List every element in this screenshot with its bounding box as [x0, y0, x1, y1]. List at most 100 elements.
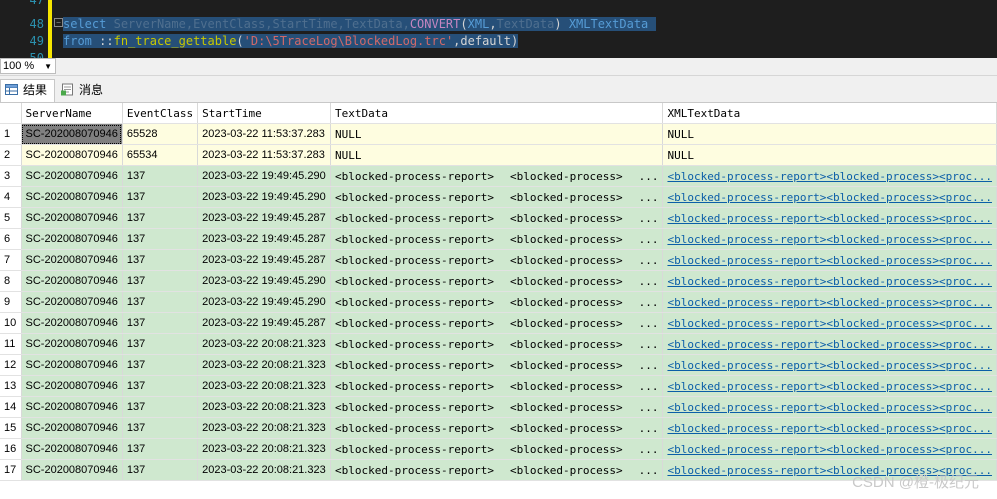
- table-row[interactable]: 8 SC-202008070946 137 2023-03-22 19:49:45.2…: [0, 270, 997, 292]
- cell-starttime[interactable]: 2023-03-22 11:53:37.283: [197, 123, 332, 145]
- cell-starttime[interactable]: 2023-03-22 20:08:21.323: [197, 354, 332, 376]
- cell-xmltextdata[interactable]: <blocked-process-report><blocked-process…: [662, 375, 997, 397]
- cell-eventclass[interactable]: 137: [122, 270, 199, 292]
- cell-xmltextdata[interactable]: NULL: [662, 123, 997, 145]
- row-number[interactable]: 8: [0, 270, 22, 292]
- cell-eventclass[interactable]: 137: [122, 312, 199, 334]
- cell-servername[interactable]: SC-202008070946: [21, 249, 123, 271]
- table-row[interactable]: 15 SC-202008070946 137 2023-03-22 20:08:21.…: [0, 417, 997, 439]
- cell-starttime[interactable]: 2023-03-22 19:49:45.287: [197, 228, 332, 250]
- xml-link[interactable]: <blocked-process-report><blocked-process…: [667, 317, 992, 330]
- row-number[interactable]: 4: [0, 186, 22, 208]
- cell-eventclass[interactable]: 137: [122, 438, 199, 460]
- cell-starttime[interactable]: 2023-03-22 20:08:21.323: [197, 459, 332, 481]
- cell-xmltextdata[interactable]: <blocked-process-report><blocked-process…: [662, 312, 997, 334]
- cell-eventclass[interactable]: 137: [122, 333, 199, 355]
- cell-starttime[interactable]: 2023-03-22 20:08:21.323: [197, 417, 332, 439]
- cell-servername[interactable]: SC-202008070946: [21, 333, 123, 355]
- cell-eventclass[interactable]: 137: [122, 417, 199, 439]
- cell-starttime[interactable]: 2023-03-22 19:49:45.290: [197, 186, 332, 208]
- code-line-49[interactable]: from ::fn_trace_gettable('D:\5TraceLog\B…: [63, 33, 519, 50]
- xml-link[interactable]: <blocked-process-report><blocked-process…: [667, 443, 992, 456]
- column-header-xmltextdata[interactable]: XMLTextData: [662, 103, 997, 124]
- row-number[interactable]: 9: [0, 291, 22, 313]
- table-row[interactable]: 10 SC-202008070946 137 2023-03-22 19:49:45.…: [0, 312, 997, 334]
- cell-servername[interactable]: SC-202008070946: [21, 396, 123, 418]
- cell-servername[interactable]: SC-202008070946: [21, 165, 123, 187]
- cell-textdata[interactable]: <blocked-process-report> <blocked-process…: [330, 249, 664, 271]
- cell-textdata[interactable]: <blocked-process-report> <blocked-process…: [330, 270, 664, 292]
- cell-eventclass[interactable]: 137: [122, 459, 199, 481]
- cell-eventclass[interactable]: 137: [122, 249, 199, 271]
- cell-starttime[interactable]: 2023-03-22 11:53:37.283: [197, 144, 332, 166]
- row-number[interactable]: 5: [0, 207, 22, 229]
- row-number[interactable]: 17: [0, 459, 22, 481]
- xml-link[interactable]: <blocked-process-report><blocked-process…: [667, 233, 992, 246]
- table-row[interactable]: 14 SC-202008070946 137 2023-03-22 20:08:21.…: [0, 396, 997, 418]
- tab-results[interactable]: 结果: [0, 79, 55, 102]
- cell-eventclass[interactable]: 137: [122, 165, 199, 187]
- xml-link[interactable]: <blocked-process-report><blocked-process…: [667, 338, 992, 351]
- table-row[interactable]: 5 SC-202008070946 137 2023-03-22 19:49:45.2…: [0, 207, 997, 229]
- tab-messages[interactable]: 消息: [57, 80, 113, 101]
- cell-servername[interactable]: SC-202008070946: [21, 270, 123, 292]
- cell-starttime[interactable]: 2023-03-22 20:08:21.323: [197, 333, 332, 355]
- cell-eventclass[interactable]: 137: [122, 375, 199, 397]
- column-header-servername[interactable]: ServerName: [21, 103, 123, 124]
- table-row[interactable]: 2 SC-202008070946 65534 2023-03-22 11:53:37…: [0, 144, 997, 166]
- table-row[interactable]: 17 SC-202008070946 137 2023-03-22 20:08:21.…: [0, 459, 997, 481]
- zoom-dropdown[interactable]: 100 % ▼: [0, 58, 56, 74]
- cell-textdata[interactable]: <blocked-process-report> <blocked-process…: [330, 396, 664, 418]
- cell-eventclass[interactable]: 137: [122, 396, 199, 418]
- xml-link[interactable]: <blocked-process-report><blocked-process…: [667, 401, 992, 414]
- cell-servername[interactable]: SC-202008070946: [21, 375, 123, 397]
- cell-textdata[interactable]: <blocked-process-report> <blocked-process…: [330, 312, 664, 334]
- cell-eventclass[interactable]: 137: [122, 354, 199, 376]
- xml-link[interactable]: <blocked-process-report><blocked-process…: [667, 380, 992, 393]
- row-number[interactable]: 16: [0, 438, 22, 460]
- cell-textdata[interactable]: <blocked-process-report> <blocked-process…: [330, 459, 664, 481]
- cell-starttime[interactable]: 2023-03-22 19:49:45.290: [197, 291, 332, 313]
- cell-servername[interactable]: SC-202008070946: [21, 417, 123, 439]
- cell-xmltextdata[interactable]: <blocked-process-report><blocked-process…: [662, 333, 997, 355]
- cell-servername[interactable]: SC-202008070946: [21, 459, 123, 481]
- table-row[interactable]: 7 SC-202008070946 137 2023-03-22 19:49:45.2…: [0, 249, 997, 271]
- cell-servername[interactable]: SC-202008070946: [21, 354, 123, 376]
- cell-xmltextdata[interactable]: <blocked-process-report><blocked-process…: [662, 417, 997, 439]
- cell-xmltextdata[interactable]: <blocked-process-report><blocked-process…: [662, 270, 997, 292]
- cell-textdata[interactable]: <blocked-process-report> <blocked-process…: [330, 375, 664, 397]
- row-number-header[interactable]: [0, 103, 22, 124]
- cell-servername[interactable]: SC-202008070946: [21, 291, 123, 313]
- cell-starttime[interactable]: 2023-03-22 19:49:45.290: [197, 165, 332, 187]
- cell-starttime[interactable]: 2023-03-22 20:08:21.323: [197, 438, 332, 460]
- cell-starttime[interactable]: 2023-03-22 20:08:21.323: [197, 396, 332, 418]
- cell-xmltextdata[interactable]: <blocked-process-report><blocked-process…: [662, 291, 997, 313]
- row-number[interactable]: 1: [0, 123, 22, 145]
- row-number[interactable]: 15: [0, 417, 22, 439]
- cell-textdata[interactable]: <blocked-process-report> <blocked-process…: [330, 207, 664, 229]
- cell-xmltextdata[interactable]: <blocked-process-report><blocked-process…: [662, 249, 997, 271]
- cell-textdata[interactable]: <blocked-process-report> <blocked-process…: [330, 438, 664, 460]
- cell-starttime[interactable]: 2023-03-22 20:08:21.323: [197, 375, 332, 397]
- row-number[interactable]: 12: [0, 354, 22, 376]
- cell-textdata[interactable]: <blocked-process-report> <blocked-process…: [330, 291, 664, 313]
- cell-eventclass[interactable]: 65528: [122, 123, 199, 145]
- cell-xmltextdata[interactable]: <blocked-process-report><blocked-process…: [662, 165, 997, 187]
- table-row[interactable]: 9 SC-202008070946 137 2023-03-22 19:49:45.2…: [0, 291, 997, 313]
- cell-textdata[interactable]: <blocked-process-report> <blocked-process…: [330, 165, 664, 187]
- cell-xmltextdata[interactable]: <blocked-process-report><blocked-process…: [662, 228, 997, 250]
- row-number[interactable]: 10: [0, 312, 22, 334]
- cell-eventclass[interactable]: 137: [122, 228, 199, 250]
- cell-textdata[interactable]: NULL: [330, 123, 664, 145]
- xml-link[interactable]: <blocked-process-report><blocked-process…: [667, 170, 992, 183]
- row-number[interactable]: 7: [0, 249, 22, 271]
- cell-eventclass[interactable]: 137: [122, 207, 199, 229]
- results-grid[interactable]: ServerName EventClass StartTime TextData…: [0, 103, 997, 481]
- xml-link[interactable]: <blocked-process-report><blocked-process…: [667, 254, 992, 267]
- cell-textdata[interactable]: NULL: [330, 144, 664, 166]
- row-number[interactable]: 11: [0, 333, 22, 355]
- table-row[interactable]: 11 SC-202008070946 137 2023-03-22 20:08:21.…: [0, 333, 997, 355]
- column-header-eventclass[interactable]: EventClass: [122, 103, 199, 124]
- row-number[interactable]: 6: [0, 228, 22, 250]
- collapse-icon[interactable]: −: [54, 18, 63, 27]
